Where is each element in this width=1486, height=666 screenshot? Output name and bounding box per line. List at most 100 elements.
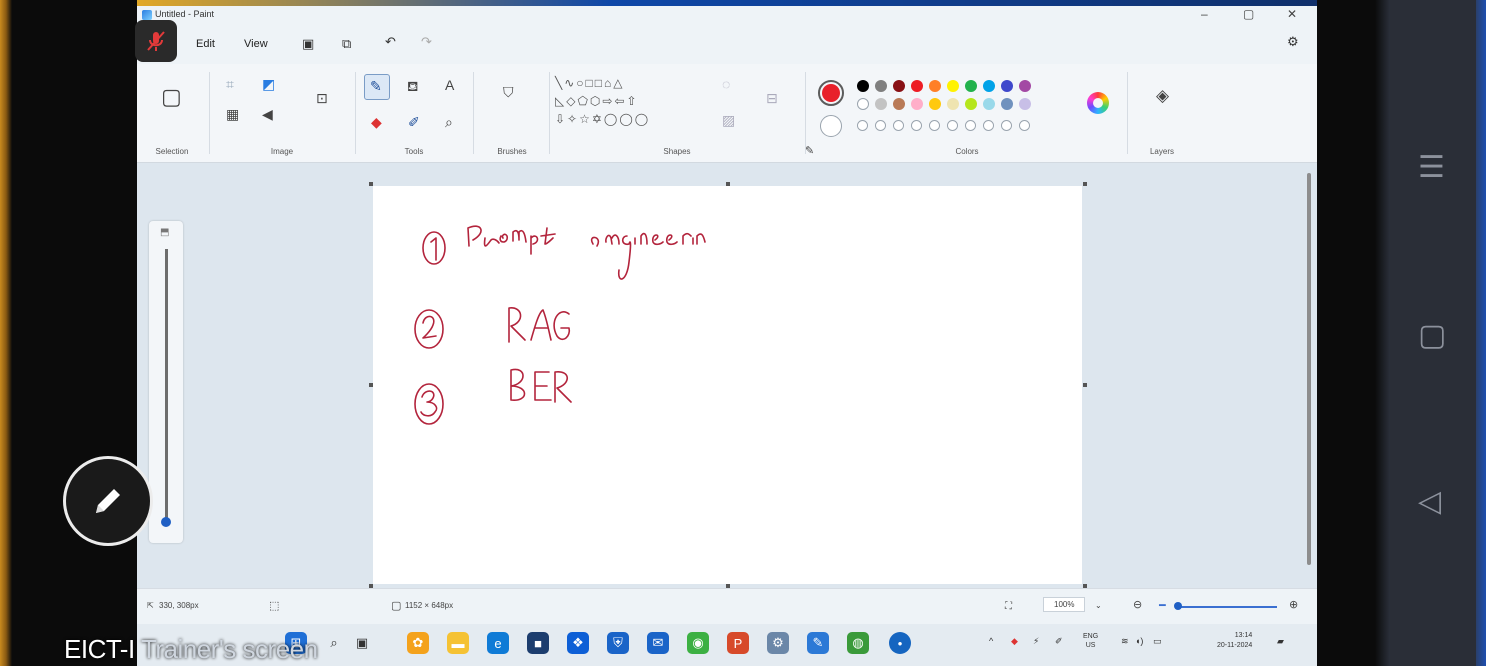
share-icon[interactable]: ⧉ bbox=[342, 36, 351, 52]
overview-icon[interactable]: ▢ bbox=[1418, 318, 1446, 353]
file-explorer-icon[interactable]: ▬ bbox=[447, 632, 469, 654]
notification-icon[interactable]: ▰ bbox=[1277, 636, 1284, 647]
image-tool-icon[interactable]: ⊡ bbox=[316, 90, 328, 107]
minimize-button[interactable]: – bbox=[1201, 7, 1208, 21]
resize-handle[interactable] bbox=[1083, 182, 1087, 186]
zoom-dropdown-icon[interactable]: ⌄ bbox=[1095, 601, 1102, 610]
color-picker-icon[interactable]: ✐ bbox=[408, 114, 420, 131]
dropbox-icon[interactable]: ❖ bbox=[567, 632, 589, 654]
mic-muted-button[interactable] bbox=[135, 20, 177, 62]
redo-icon[interactable]: ↷ bbox=[421, 34, 432, 50]
vertical-scrollbar[interactable] bbox=[1307, 173, 1311, 565]
zoom-side-slider[interactable]: ⬒ bbox=[149, 221, 183, 543]
zoom-slider-track[interactable] bbox=[1175, 606, 1277, 608]
menu-edit[interactable]: Edit bbox=[196, 38, 215, 50]
search-icon[interactable]: ⌕ bbox=[323, 632, 345, 654]
color-swatch[interactable] bbox=[965, 80, 977, 92]
fill-shape-icon[interactable]: ▨ bbox=[722, 112, 735, 129]
wifi-icon[interactable]: ≋ bbox=[1121, 636, 1129, 647]
security-icon[interactable]: ⛨ bbox=[607, 632, 629, 654]
eraser-icon[interactable]: ◆ bbox=[371, 114, 382, 131]
pencil-icon[interactable]: ✎ bbox=[370, 78, 382, 95]
fill-icon[interactable]: ⛾ bbox=[407, 78, 418, 97]
color-swatch[interactable] bbox=[857, 80, 869, 92]
paint-taskbar-icon[interactable]: ✎ bbox=[807, 632, 829, 654]
color-swatch[interactable] bbox=[929, 120, 940, 131]
primary-color[interactable] bbox=[818, 80, 844, 106]
zoom-slider-knob[interactable] bbox=[1174, 602, 1182, 610]
language-indicator[interactable]: ENG US bbox=[1083, 632, 1098, 650]
slider-knob[interactable] bbox=[161, 517, 171, 527]
color-swatch[interactable] bbox=[983, 80, 995, 92]
tray-network-icon[interactable]: ⚡ bbox=[1033, 636, 1039, 647]
color-swatch[interactable] bbox=[965, 98, 977, 110]
color-swatch[interactable] bbox=[911, 80, 923, 92]
magnifier-icon[interactable]: ⌕ bbox=[445, 114, 453, 131]
image-select-icon[interactable]: ▦ bbox=[226, 106, 239, 123]
drawing-canvas[interactable] bbox=[373, 186, 1082, 584]
powerpoint-icon[interactable]: P bbox=[727, 632, 749, 654]
color-swatch[interactable] bbox=[947, 120, 958, 131]
edge-icon[interactable]: e bbox=[487, 632, 509, 654]
annotate-pen-button[interactable] bbox=[63, 456, 153, 546]
settings-icon[interactable]: ⚙ bbox=[767, 632, 789, 654]
color-swatch[interactable] bbox=[1019, 120, 1030, 131]
brushes-icon[interactable]: ⛉ bbox=[503, 84, 514, 101]
edit-colors-icon[interactable] bbox=[1087, 92, 1109, 114]
tray-app-icon[interactable]: ◆ bbox=[1011, 636, 1018, 647]
selection-icon[interactable]: ▢ bbox=[161, 84, 182, 110]
zoom-minus-icon[interactable]: ━ bbox=[1159, 599, 1166, 612]
text-icon[interactable]: A bbox=[445, 77, 454, 93]
color-swatch[interactable] bbox=[1019, 98, 1031, 110]
maximize-button[interactable]: ▢ bbox=[1243, 7, 1254, 21]
resize-handle[interactable] bbox=[726, 182, 730, 186]
shape-style-icon[interactable]: ⊟ bbox=[766, 90, 778, 107]
resize-handle[interactable] bbox=[369, 383, 373, 387]
color-swatch[interactable] bbox=[929, 98, 941, 110]
secondary-color[interactable] bbox=[820, 115, 842, 137]
chrome-icon[interactable]: ◉ bbox=[687, 632, 709, 654]
shapes-gallery[interactable]: ╲∿○□□⌂△ ◺◇⬠⬡⇨⇦⇧ ⇩✧☆✡◯◯◯ bbox=[555, 74, 705, 128]
back-icon[interactable]: ◁ bbox=[1418, 484, 1441, 519]
menu-view[interactable]: View bbox=[244, 38, 268, 50]
color-swatch[interactable] bbox=[965, 120, 976, 131]
color-swatch[interactable] bbox=[983, 120, 994, 131]
color-swatch[interactable] bbox=[875, 98, 887, 110]
menu-icon[interactable]: ☰ bbox=[1418, 150, 1445, 185]
save-icon[interactable]: ▣ bbox=[302, 36, 314, 52]
rotate-icon[interactable]: ◀ bbox=[262, 106, 273, 123]
crop-icon[interactable]: ⌗ bbox=[226, 76, 234, 93]
color-swatch[interactable] bbox=[1001, 80, 1013, 92]
color-swatch[interactable] bbox=[929, 80, 941, 92]
task-view-icon[interactable]: ▣ bbox=[351, 632, 373, 654]
clock[interactable]: 13:14 20-11-2024 bbox=[1217, 631, 1252, 651]
zoom-in-icon[interactable]: ⊕ bbox=[1289, 598, 1298, 611]
resize-handle[interactable] bbox=[1083, 383, 1087, 387]
layers-icon[interactable]: ◈ bbox=[1156, 86, 1169, 106]
meeting-app-icon[interactable]: • bbox=[889, 632, 911, 654]
color-swatch[interactable] bbox=[893, 120, 904, 131]
volume-icon[interactable]: ◖) bbox=[1135, 636, 1143, 646]
color-swatch[interactable] bbox=[1001, 120, 1012, 131]
undo-icon[interactable]: ↶ bbox=[385, 34, 396, 50]
color-swatch[interactable] bbox=[1019, 80, 1031, 92]
store-icon[interactable]: ■ bbox=[527, 632, 549, 654]
color-swatch[interactable] bbox=[857, 98, 869, 110]
color-swatch[interactable] bbox=[911, 98, 923, 110]
settings-gear-icon[interactable]: ⚙ bbox=[1287, 34, 1299, 50]
fit-icon[interactable]: ⛶ bbox=[1005, 601, 1012, 612]
zoom-level[interactable]: 100% bbox=[1043, 597, 1086, 612]
color-swatch[interactable] bbox=[947, 80, 959, 92]
color-swatch[interactable] bbox=[911, 120, 922, 131]
color-swatch[interactable] bbox=[875, 80, 887, 92]
battery-icon[interactable]: ▭ bbox=[1153, 636, 1162, 647]
color-swatch[interactable] bbox=[947, 98, 959, 110]
zoom-out-icon[interactable]: ⊖ bbox=[1133, 598, 1142, 611]
color-swatch[interactable] bbox=[1001, 98, 1013, 110]
color-swatch[interactable] bbox=[857, 120, 868, 131]
color-swatch[interactable] bbox=[875, 120, 886, 131]
mail-icon[interactable]: ✉ bbox=[647, 632, 669, 654]
resize-handle[interactable] bbox=[369, 182, 373, 186]
color-swatch[interactable] bbox=[893, 98, 905, 110]
outline-icon[interactable]: ◌ bbox=[722, 76, 730, 92]
